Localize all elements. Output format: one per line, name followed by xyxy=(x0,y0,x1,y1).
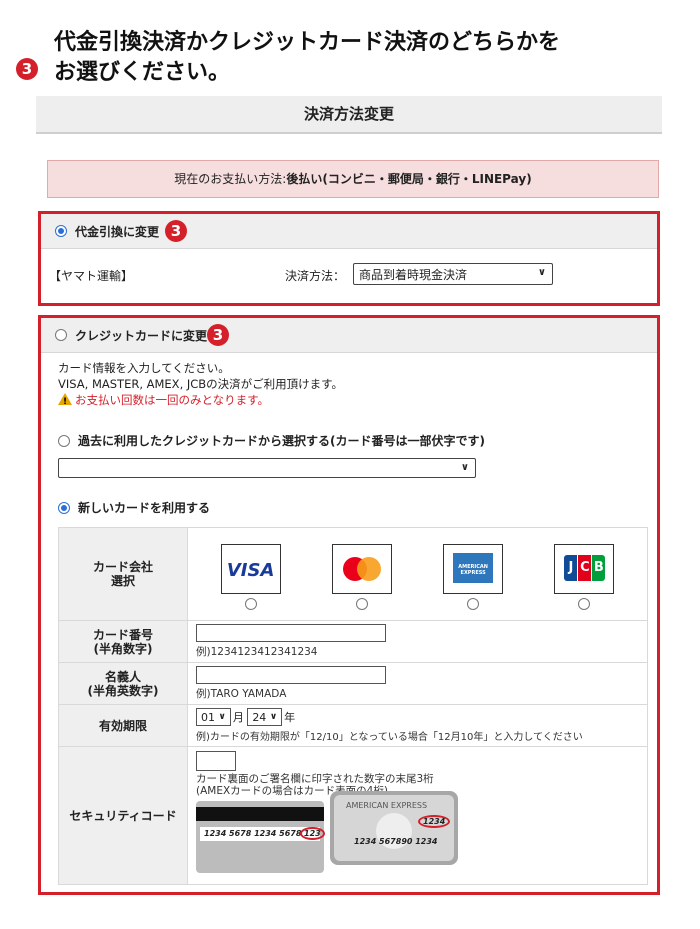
holder-name-input[interactable] xyxy=(196,666,386,684)
security-code-label: セキュリティコード xyxy=(58,746,188,885)
credit-radio[interactable] xyxy=(55,329,67,341)
cod-radio-label[interactable]: 代金引換に変更 xyxy=(75,223,159,240)
amex-radio[interactable] xyxy=(467,598,480,610)
card-number-hint: 例)1234123412341234 xyxy=(196,646,318,658)
amex-logo[interactable]: AMERICAN EXPRESS xyxy=(443,544,504,594)
brand-visa-option[interactable]: VISA xyxy=(220,544,281,610)
brand-jcb-option[interactable]: J C B xyxy=(554,544,615,610)
current-payment-label: 現在のお支払い方法: xyxy=(174,172,287,186)
carrier-label: 【ヤマト運輸】 xyxy=(49,269,134,283)
installment-warning: お支払い回数は一回のみとなります。 xyxy=(58,392,343,410)
credit-option-header[interactable]: クレジットカードに変更 3 xyxy=(41,318,657,353)
past-card-radio[interactable] xyxy=(58,434,70,447)
jcb-radio[interactable] xyxy=(578,598,591,610)
expiry-month-select[interactable]: 01 ∨ xyxy=(196,708,231,726)
brand-master-option[interactable] xyxy=(331,544,392,610)
step-3-badge: 3 xyxy=(165,220,188,242)
visa-logo[interactable]: VISA xyxy=(220,544,281,594)
past-card-select[interactable]: ∨ xyxy=(58,458,476,478)
card-back-image: 1234 5678 1234 5678 123 xyxy=(196,801,325,873)
master-radio[interactable] xyxy=(355,598,368,610)
expiry-year-select[interactable]: 24 ∨ xyxy=(247,708,283,726)
chevron-down-icon: ∨ xyxy=(269,712,278,722)
cod-method-select[interactable]: 商品到着時現金決済 ∨ xyxy=(353,263,553,285)
card-company-label: カード会社 選択 xyxy=(58,527,188,621)
current-payment-value: 後払い(コンビニ・郵便局・銀行・LINEPay) xyxy=(286,172,532,186)
step-3-badge: 3 xyxy=(16,58,38,80)
expiry-label: 有効期限 xyxy=(58,704,188,747)
chevron-down-icon: ∨ xyxy=(218,712,226,722)
card-number-input[interactable] xyxy=(196,624,386,642)
holder-label: 名義人 (半角英数字) xyxy=(58,662,188,705)
card-number-label: カード番号 (半角数字) xyxy=(58,620,188,663)
page-title: 決済方法変更 xyxy=(36,96,662,134)
brand-amex-option[interactable]: AMERICAN EXPRESS xyxy=(443,544,504,610)
visa-radio[interactable] xyxy=(244,598,257,610)
chevron-down-icon: ∨ xyxy=(460,462,469,473)
new-card-radio[interactable] xyxy=(58,501,70,514)
chevron-down-icon: ∨ xyxy=(537,267,546,278)
past-card-option[interactable]: 過去に利用したクレジットカードから選択する(カード番号は一部伏字です) xyxy=(58,432,485,449)
current-payment-banner: 現在のお支払い方法:後払い(コンビニ・郵便局・銀行・LINEPay) xyxy=(47,160,659,198)
holder-hint: 例)TARO YAMADA xyxy=(196,688,287,700)
card-form-table: カード会社 選択 VISA AMERICAN EXPRESS J C B カード… xyxy=(58,527,648,885)
warning-icon xyxy=(58,393,72,410)
credit-radio-label[interactable]: クレジットカードに変更 xyxy=(75,327,207,344)
expiry-hint: 例)カードの有効期限が「12/10」となっている場合「12月10年」と入力してく… xyxy=(196,732,583,743)
mastercard-logo[interactable] xyxy=(331,544,392,594)
credit-description: カード情報を入力してください。 VISA, MASTER, AMEX, JCBの… xyxy=(58,360,343,410)
security-code-input[interactable] xyxy=(196,751,236,771)
instruction-text: 代金引換決済かクレジットカード決済のどちらかを お選びください。 xyxy=(54,30,561,85)
step-3-badge: 3 xyxy=(207,324,230,346)
method-label: 決済方法： xyxy=(285,269,346,283)
cod-option-panel: 代金引換に変更 3 【ヤマト運輸】 決済方法： 商品到着時現金決済 ∨ xyxy=(38,211,660,306)
new-card-option[interactable]: 新しいカードを利用する xyxy=(58,499,210,516)
amex-front-image: AMERICAN EXPRESS 1234 1234 567890 1234 xyxy=(330,791,458,865)
cod-radio[interactable] xyxy=(55,225,67,237)
jcb-logo[interactable]: J C B xyxy=(554,544,615,594)
cod-option-header[interactable]: 代金引換に変更 3 xyxy=(41,214,657,249)
